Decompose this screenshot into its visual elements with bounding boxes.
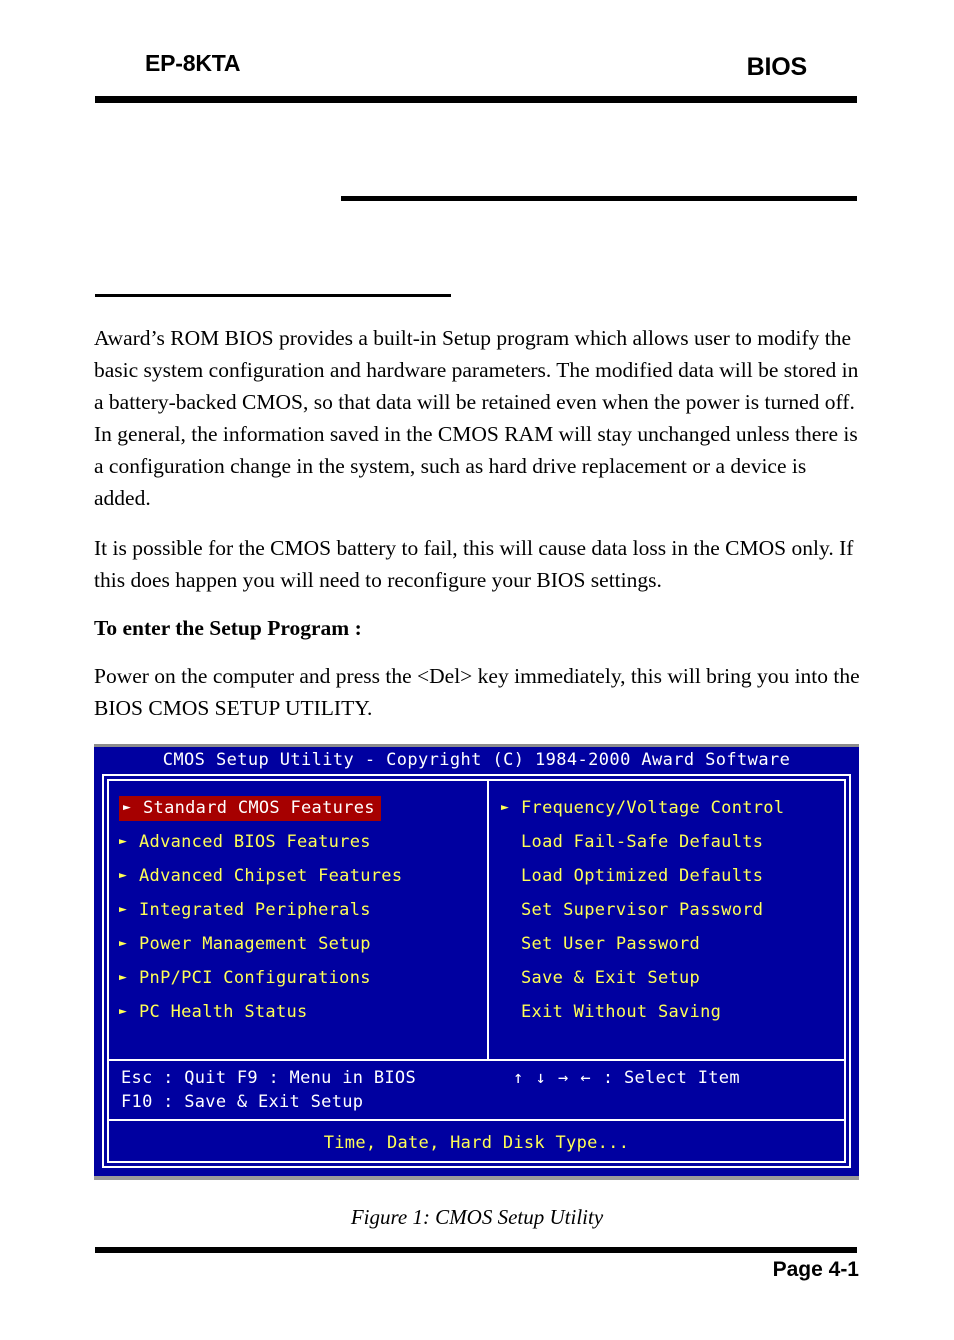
menu-arrow-icon: ► bbox=[501, 825, 521, 859]
menu-item-label: Save & Exit Setup bbox=[521, 968, 701, 988]
menu-item-label: Advanced BIOS Features bbox=[139, 832, 371, 852]
paragraph-power-on: Power on the computer and press the <Del… bbox=[94, 664, 860, 720]
figure-bottom-edge bbox=[94, 1176, 859, 1180]
menu-item-load-optimized-defaults[interactable]: ►Load Optimized Defaults bbox=[501, 859, 861, 893]
menu-item-integrated-peripherals[interactable]: ► Integrated Peripherals bbox=[119, 893, 479, 927]
menu-arrow-icon: ► bbox=[501, 893, 521, 927]
menu-arrow-icon: ► bbox=[119, 970, 128, 985]
bios-status-bar: Time, Date, Hard Disk Type... bbox=[323, 1133, 630, 1153]
menu-item-label: Exit Without Saving bbox=[521, 1002, 722, 1022]
header-rule bbox=[95, 96, 857, 103]
bios-right-menu: ►Frequency/Voltage Control ►Load Fail-Sa… bbox=[501, 791, 861, 1029]
menu-item-pc-health-status[interactable]: ► PC Health Status bbox=[119, 995, 479, 1029]
menu-item-power-management-setup[interactable]: ► Power Management Setup bbox=[119, 927, 479, 961]
menu-item-label: Frequency/Voltage Control bbox=[521, 798, 785, 818]
bios-screen: CMOS Setup Utility - Copyright (C) 1984-… bbox=[94, 747, 859, 1176]
menu-arrow-icon: ► bbox=[501, 859, 521, 893]
menu-item-load-fail-safe-defaults[interactable]: ►Load Fail-Safe Defaults bbox=[501, 825, 861, 859]
paragraph-battery: It is possible for the CMOS battery to f… bbox=[94, 536, 854, 592]
menu-item-advanced-chipset-features[interactable]: ► Advanced Chipset Features bbox=[119, 859, 479, 893]
menu-item-label: PnP/PCI Configurations bbox=[139, 968, 371, 988]
help-line-save-exit: F10 : Save & Exit Setup bbox=[121, 1092, 364, 1112]
menu-item-label: Power Management Setup bbox=[139, 934, 371, 954]
bios-help-bar: Esc : Quit F9 : Menu in BIOS F10 : Save … bbox=[109, 1061, 844, 1119]
arrow-keys-icon: ↑ ↓ → ← bbox=[513, 1068, 592, 1088]
menu-arrow-icon: ► bbox=[119, 868, 128, 883]
menu-item-label: Integrated Peripherals bbox=[139, 900, 371, 920]
menu-item-set-user-password[interactable]: ►Set User Password bbox=[501, 927, 861, 961]
menu-arrow-icon: ► bbox=[501, 800, 510, 815]
menu-item-advanced-bios-features[interactable]: ► Advanced BIOS Features bbox=[119, 825, 479, 859]
header-product-title: EP-8KTA bbox=[145, 50, 241, 76]
menu-item-standard-cmos-features[interactable]: ► Standard CMOS Features bbox=[119, 791, 479, 825]
menu-item-label: Set Supervisor Password bbox=[521, 900, 764, 920]
menu-item-label: Set User Password bbox=[521, 934, 701, 954]
page: EP-8KTA BIOS Award’s ROM BIOS provides a… bbox=[0, 0, 954, 1340]
bios-panel-frame: ► Standard CMOS Features ► Advanced BIOS F… bbox=[102, 774, 851, 1168]
bios-titlebar: CMOS Setup Utility - Copyright (C) 1984-… bbox=[162, 750, 791, 770]
menu-arrow-icon: ► bbox=[501, 927, 521, 961]
help-select-item-label: : Select Item bbox=[602, 1068, 740, 1088]
paragraph-intro: Award’s ROM BIOS provides a built-in Set… bbox=[94, 326, 859, 510]
help-line-quit-menu: Esc : Quit F9 : Menu in BIOS bbox=[121, 1068, 416, 1088]
menu-column-divider bbox=[487, 781, 489, 1059]
bios-figure: CMOS Setup Utility - Copyright (C) 1984-… bbox=[94, 744, 859, 1180]
menu-item-frequency-voltage-control[interactable]: ► Frequency/Voltage Control bbox=[501, 791, 861, 825]
help-nav-keys: ↑ ↓ → ← : Select Item bbox=[513, 1068, 740, 1088]
menu-arrow-icon: ► bbox=[123, 800, 132, 815]
menu-arrow-icon: ► bbox=[119, 1004, 128, 1019]
menu-item-save-and-exit-setup[interactable]: ►Save & Exit Setup bbox=[501, 961, 861, 995]
menu-item-label: Advanced Chipset Features bbox=[139, 866, 403, 886]
menu-arrow-icon: ► bbox=[501, 995, 521, 1029]
menu-arrow-icon: ► bbox=[119, 902, 128, 917]
menu-item-set-supervisor-password[interactable]: ►Set Supervisor Password bbox=[501, 893, 861, 927]
bios-panel-inner: ► Standard CMOS Features ► Advanced BIOS F… bbox=[107, 779, 846, 1163]
menu-arrow-icon: ► bbox=[119, 936, 128, 951]
running-head: EP-8KTA BIOS bbox=[95, 50, 857, 92]
chapter-heading-rule bbox=[341, 196, 857, 201]
header-section-title: BIOS bbox=[746, 53, 808, 81]
section-heading-rule bbox=[95, 294, 451, 297]
figure-caption: Figure 1: CMOS Setup Utility bbox=[350, 1205, 604, 1229]
bios-menu-area: ► Standard CMOS Features ► Advanced BIOS F… bbox=[109, 781, 844, 1061]
menu-item-pnp-pci-configurations[interactable]: ► PnP/PCI Configurations bbox=[119, 961, 479, 995]
subheading-enter-setup: To enter the Setup Program : bbox=[94, 616, 362, 640]
menu-item-exit-without-saving[interactable]: ►Exit Without Saving bbox=[501, 995, 861, 1029]
menu-arrow-icon: ► bbox=[119, 834, 128, 849]
footer-page-number: Page 4-1 bbox=[772, 1258, 859, 1281]
menu-arrow-icon: ► bbox=[501, 961, 521, 995]
menu-item-label: Load Fail-Safe Defaults bbox=[521, 832, 764, 852]
bios-left-menu: ► Standard CMOS Features ► Advanced BIOS F… bbox=[119, 791, 479, 1029]
menu-item-label: Standard CMOS Features bbox=[143, 798, 375, 818]
footer-rule bbox=[95, 1247, 857, 1253]
body-copy: Award’s ROM BIOS provides a built-in Set… bbox=[94, 322, 860, 742]
menu-item-label: PC Health Status bbox=[139, 1002, 308, 1022]
menu-item-label: Load Optimized Defaults bbox=[521, 866, 764, 886]
